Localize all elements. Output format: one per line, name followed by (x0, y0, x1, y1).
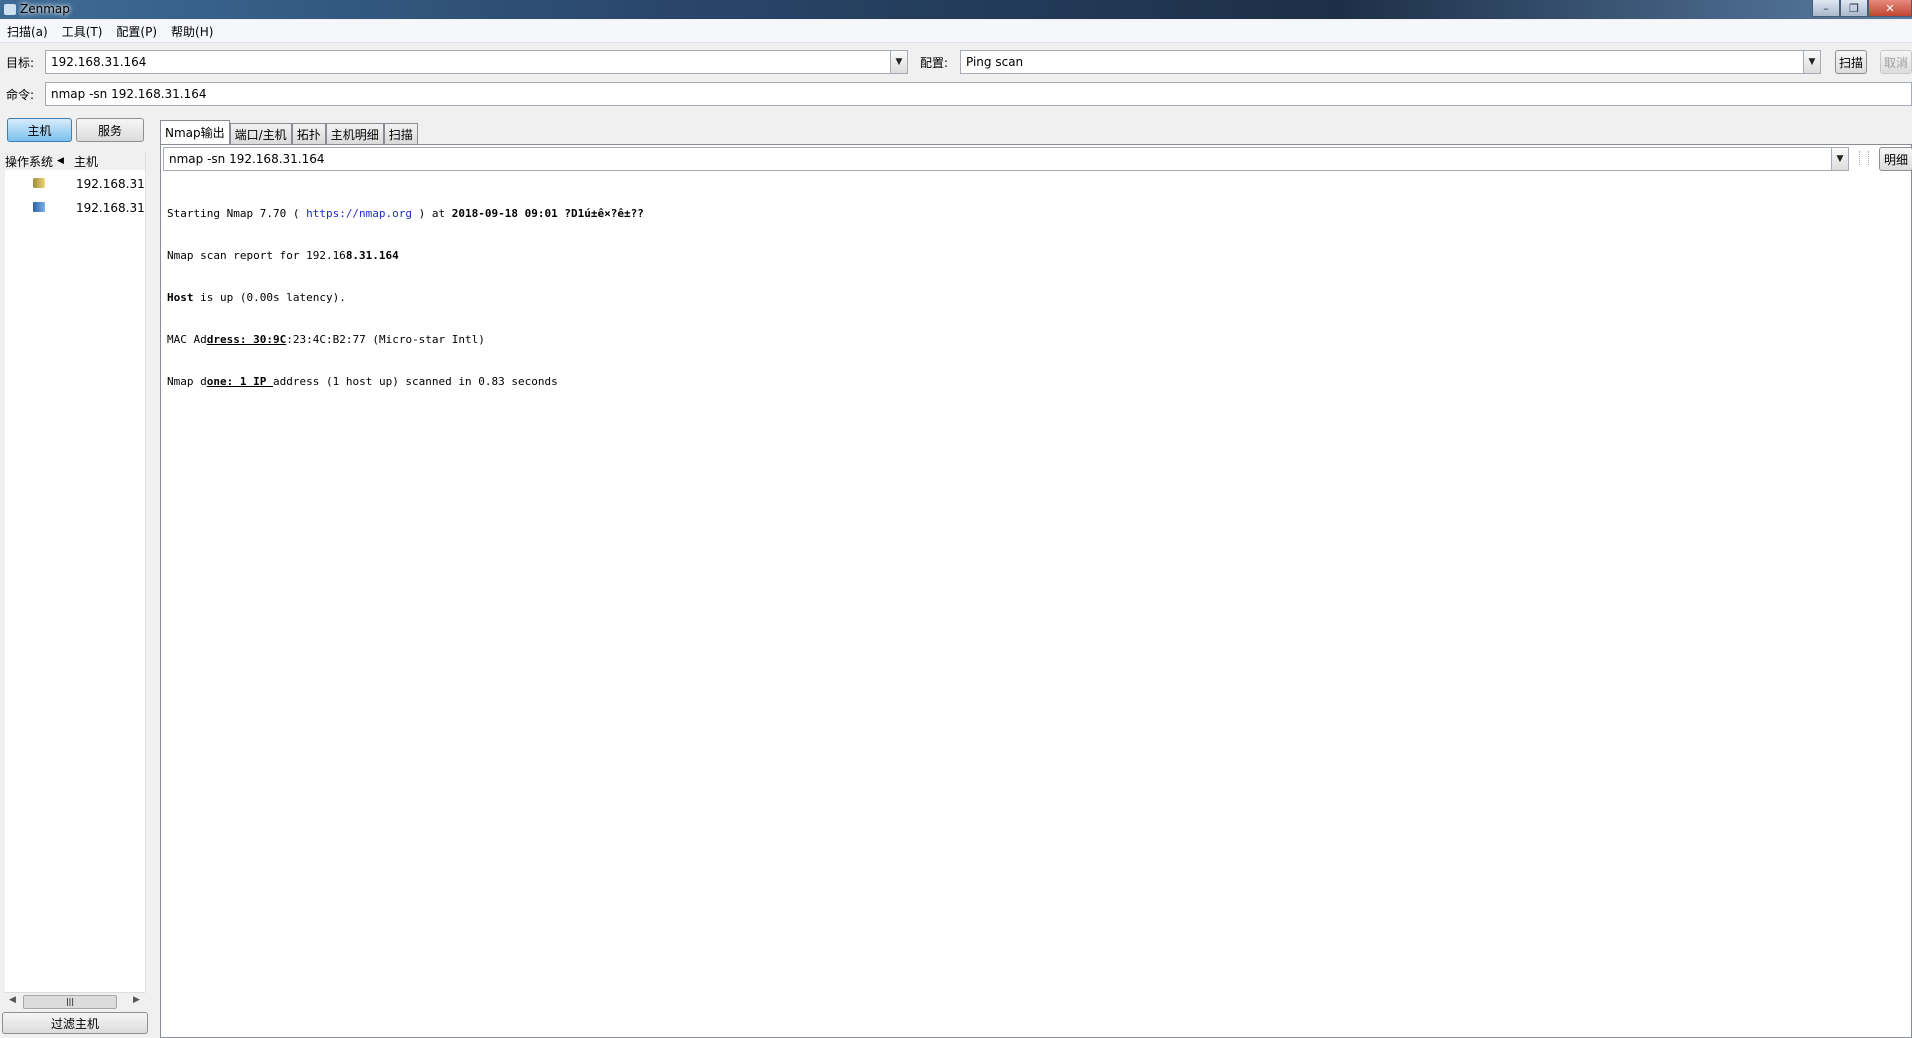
menu-profile[interactable]: 配置(P) (109, 23, 164, 40)
window-controls: – ❐ ✕ (1812, 0, 1912, 18)
nmap-output-text: Starting Nmap 7.70 ( https://nmap.org ) … (167, 179, 644, 417)
menu-tools[interactable]: 工具(T) (55, 23, 110, 40)
hosts-list: 操作系统 ◀ 主机 192.168.31.164 192.168.31.1 (5, 152, 146, 992)
menu-scan[interactable]: 扫描(a) (0, 23, 55, 40)
host-ip: 192.168.31.164 (76, 177, 146, 191)
drag-handle-icon[interactable] (1859, 151, 1869, 165)
hosts-panel: 主机 服务 操作系统 ◀ 主机 192.168.31.164 192.168.3… (0, 116, 150, 1038)
host-row[interactable]: 192.168.31.1 (5, 197, 146, 221)
target-dropdown-button[interactable]: ▼ (890, 50, 908, 74)
tab-nmap-output[interactable]: Nmap输出 (160, 120, 230, 144)
hosts-view-button[interactable]: 主机 (7, 118, 72, 142)
host-ip: 192.168.31.1 (76, 201, 146, 215)
output-command-select[interactable]: nmap -sn 192.168.31.164 (163, 147, 1833, 171)
menu-help[interactable]: 帮助(H) (164, 23, 220, 40)
target-input[interactable]: 192.168.31.164 (45, 50, 892, 74)
scroll-right-icon[interactable]: ▶ (133, 995, 140, 1005)
filter-hosts-button[interactable]: 过滤主机 (2, 1012, 148, 1034)
windows-icon (33, 202, 45, 212)
target-label: 目标: (6, 56, 35, 70)
scroll-left-icon[interactable]: ◀ (9, 995, 16, 1005)
results-tabs: Nmap输出 端口/主机 拓扑 主机明细 扫描 (160, 120, 418, 144)
close-icon[interactable]: ✕ (1868, 0, 1912, 17)
output-line: Starting Nmap 7.70 ( https://nmap.org ) … (167, 207, 644, 220)
tab-scans[interactable]: 扫描 (383, 123, 418, 144)
profile-select[interactable]: Ping scan (960, 50, 1805, 74)
output-line: Nmap done: 1 IP address (1 host up) scan… (167, 375, 558, 388)
command-input[interactable]: nmap -sn 192.168.31.164 (45, 82, 1912, 106)
details-button[interactable]: 明细 (1879, 147, 1912, 171)
cancel-button[interactable]: 取消 (1880, 50, 1912, 74)
output-line: Nmap scan report for 192.168.31.164 (167, 249, 399, 262)
zenmap-app-icon (4, 4, 16, 15)
nmap-link[interactable]: https://nmap.org (306, 207, 412, 220)
output-line: MAC Address: 30:9C:23:4C:B2:77 (Micro-st… (167, 333, 485, 346)
scrollbar-thumb[interactable]: ||| (23, 995, 117, 1009)
window-title: Zenmap (20, 2, 70, 16)
menu-bar: 扫描(a) 工具(T) 配置(P) 帮助(H) (0, 20, 1912, 43)
title-bar: Zenmap – ❐ ✕ (0, 0, 1912, 19)
output-dropdown-button[interactable]: ▼ (1831, 147, 1849, 171)
nmap-output-area: nmap -sn 192.168.31.164 ▼ 明细 Starting Nm… (160, 144, 1912, 1038)
minimize-icon[interactable]: – (1812, 0, 1840, 17)
output-line: Host is up (0.00s latency). (167, 291, 346, 304)
hosts-list-header: 操作系统 ◀ 主机 (5, 152, 145, 170)
services-view-button[interactable]: 服务 (76, 118, 144, 142)
profile-label: 配置: (920, 56, 949, 70)
tab-host-details[interactable]: 主机明细 (325, 123, 384, 144)
linux-icon (33, 178, 45, 188)
command-label: 命令: (6, 88, 35, 102)
tab-topology[interactable]: 拓扑 (291, 123, 326, 144)
profile-dropdown-button[interactable]: ▼ (1803, 50, 1821, 74)
column-host[interactable]: 主机 (74, 153, 98, 170)
sort-arrow-icon: ◀ (57, 156, 64, 166)
restore-icon[interactable]: ❐ (1840, 0, 1868, 17)
hosts-horizontal-scrollbar[interactable]: ◀ ||| ▶ (5, 992, 145, 1009)
column-os[interactable]: 操作系统 (5, 153, 53, 170)
results-panel: Nmap输出 端口/主机 拓扑 主机明细 扫描 nmap -sn 192.168… (160, 116, 1912, 1038)
scan-button[interactable]: 扫描 (1835, 50, 1867, 74)
host-row[interactable]: 192.168.31.164 (5, 173, 146, 197)
tab-ports-hosts[interactable]: 端口/主机 (229, 123, 292, 144)
